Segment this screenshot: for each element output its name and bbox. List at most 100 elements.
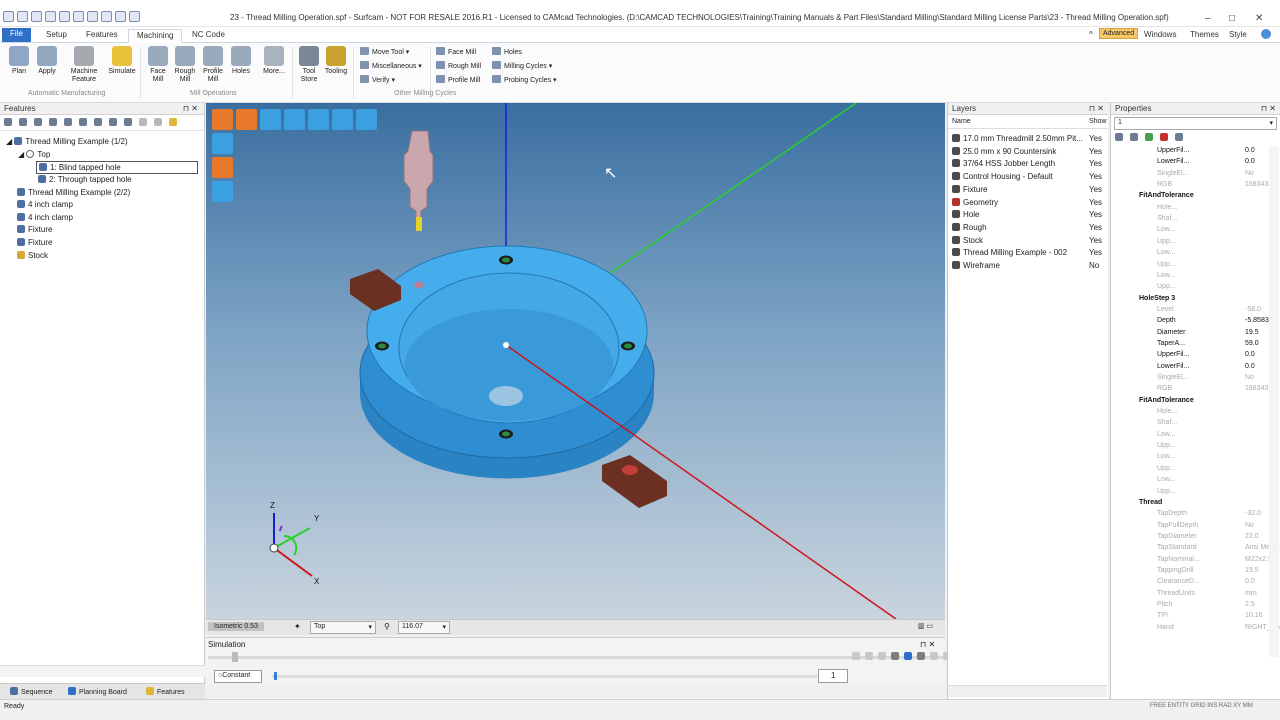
holes-button[interactable]: Holes xyxy=(228,46,254,76)
move-down-icon[interactable] xyxy=(94,118,102,126)
features-scrollbar[interactable] xyxy=(0,665,205,677)
tab-file[interactable]: File xyxy=(2,28,31,42)
milling-cycles-button[interactable]: Milling Cycles ▾ xyxy=(492,61,552,70)
property-group[interactable]: HoleStep 3 xyxy=(1139,295,1175,302)
new-file-icon[interactable] xyxy=(17,11,28,22)
columns-icon[interactable] xyxy=(154,118,162,126)
apply-button[interactable]: Apply xyxy=(34,46,60,76)
layer-row[interactable]: Thread Milling Example - 002 Yes xyxy=(952,248,1104,257)
help-icon[interactable] xyxy=(1261,29,1271,39)
app-icon[interactable] xyxy=(3,11,14,22)
open-folder-icon[interactable] xyxy=(31,11,42,22)
more-button[interactable]: More... xyxy=(259,46,289,76)
layer-row[interactable]: 17.0 mm Threadmill 2.50mm Pit... Yes xyxy=(952,134,1104,143)
machine-feature-button[interactable]: Machine Feature xyxy=(68,46,100,84)
3d-viewport[interactable]: Z Y X ↖ xyxy=(206,103,945,619)
discard-icon[interactable] xyxy=(1160,133,1168,141)
layer-row[interactable]: Control Housing - Default Yes xyxy=(952,172,1104,181)
property-value[interactable]: 19.5 xyxy=(1245,329,1259,336)
property-row[interactable]: Low... xyxy=(1157,453,1175,460)
layer-row[interactable]: Stock Yes xyxy=(952,235,1104,245)
tab-sequence[interactable]: Sequence xyxy=(10,687,53,696)
property-row[interactable]: LowerFil...0.0[...] xyxy=(1157,363,1255,370)
simulation-progress[interactable] xyxy=(208,656,943,659)
number-icon[interactable] xyxy=(139,118,147,126)
tree-item-clamp-1[interactable]: 4 inch clamp xyxy=(17,200,73,209)
property-row[interactable]: Upp... xyxy=(1157,283,1176,290)
undo-icon[interactable] xyxy=(101,11,112,22)
move-up-icon[interactable] xyxy=(79,118,87,126)
layers-icon[interactable] xyxy=(19,118,27,126)
next-icon[interactable] xyxy=(917,652,925,660)
property-row[interactable]: Low... xyxy=(1157,476,1175,483)
property-row[interactable]: Low... xyxy=(1157,249,1175,256)
tool-store-button[interactable]: Tool Store xyxy=(296,46,322,84)
property-row[interactable]: TapDiameter 22.0 xyxy=(1157,533,1259,540)
tree-item-through-tapped-hole[interactable]: 2: Through tapped hole xyxy=(38,175,132,184)
tools-icon[interactable] xyxy=(73,11,84,22)
property-row[interactable]: HandRIGHT_HAND xyxy=(1157,624,1280,631)
properties-selector[interactable]: 1 ▾ xyxy=(1114,117,1277,130)
property-row[interactable]: Low... xyxy=(1157,272,1175,279)
property-row[interactable]: ClearanceD... 0.0 xyxy=(1157,578,1255,585)
hide-icon[interactable] xyxy=(109,118,117,126)
save-icon[interactable] xyxy=(45,11,56,22)
minimize-icon[interactable]: – xyxy=(1205,13,1211,24)
property-row[interactable]: Diameter19.5[...] xyxy=(1157,329,1259,336)
property-value[interactable]: mm xyxy=(1245,590,1257,597)
property-value[interactable]: 10.16 xyxy=(1245,612,1263,619)
property-group[interactable]: FitAndTolerance xyxy=(1139,192,1194,199)
property-value[interactable]: -58.0 xyxy=(1245,306,1261,313)
property-row[interactable]: UpperFil...0.0[...] xyxy=(1157,147,1255,154)
verify-button[interactable]: Verify ▾ xyxy=(360,75,395,84)
speed-input[interactable]: 1 xyxy=(818,669,848,683)
property-row[interactable]: TapDepth -32.0 xyxy=(1157,510,1261,517)
property-value[interactable]: M22x2.5 xyxy=(1245,556,1272,563)
property-group[interactable]: Thread xyxy=(1139,499,1162,506)
tab-nc-code[interactable]: NC Code xyxy=(184,29,233,43)
property-row[interactable]: Shaf... xyxy=(1157,215,1177,222)
property-row[interactable]: Shaf... xyxy=(1157,419,1177,426)
layer-show[interactable]: Yes xyxy=(1089,236,1102,245)
plan-button[interactable]: Plan xyxy=(6,46,32,76)
property-row[interactable]: ThreadUnits mm xyxy=(1157,590,1257,597)
layers-close-icon[interactable]: ⊓ ✕ xyxy=(1089,104,1104,113)
style-menu[interactable]: Style xyxy=(1229,30,1247,39)
layer-row[interactable]: Hole Yes xyxy=(952,210,1104,219)
tree-item-blind-tapped-hole[interactable]: 1: Blind tapped hole xyxy=(36,161,198,174)
tree-item-fixture-1[interactable]: Fixture xyxy=(17,225,52,234)
property-value[interactable]: No xyxy=(1245,522,1254,529)
property-row[interactable]: Hole... xyxy=(1157,204,1177,211)
property-value[interactable]: 0.0 xyxy=(1245,351,1255,358)
property-row[interactable]: RGB 1683437 xyxy=(1157,181,1272,188)
layer-show[interactable]: Yes xyxy=(1089,172,1102,181)
themes-menu[interactable]: Themes xyxy=(1190,30,1219,39)
view-select[interactable]: Top ▾ xyxy=(310,621,376,634)
property-row[interactable]: Upp... xyxy=(1157,238,1176,245)
tab-machining[interactable]: Machining xyxy=(128,29,183,43)
property-value[interactable]: No xyxy=(1245,374,1254,381)
check-icon[interactable] xyxy=(64,118,72,126)
face-mill-button[interactable]: Face Mill xyxy=(145,46,171,84)
property-row[interactable]: Upp... xyxy=(1157,488,1176,495)
tree-item-top[interactable]: ◢ Top xyxy=(18,150,50,159)
property-row[interactable]: TPI 10.16 xyxy=(1157,612,1263,619)
simulate-button[interactable]: Simulate xyxy=(106,46,138,76)
property-value[interactable]: 0.0 xyxy=(1245,158,1255,165)
profile-mill-small-button[interactable]: Profile Mill xyxy=(436,75,480,84)
layer-show[interactable]: Yes xyxy=(1089,134,1102,143)
tooling-button[interactable]: Tooling xyxy=(323,46,349,76)
step-back-icon[interactable] xyxy=(891,652,899,660)
property-row[interactable]: TapFullDepth No xyxy=(1157,522,1254,529)
probing-cycles-button[interactable]: Probing Cycles ▾ xyxy=(492,75,557,84)
tree-item-example-1[interactable]: ◢ Thread Milling Example (1/2) xyxy=(6,137,128,146)
layer-show[interactable]: Yes xyxy=(1089,198,1102,207)
simulation-close-icon[interactable]: ⊓ ✕ xyxy=(920,640,935,649)
simulation-slider-handle[interactable] xyxy=(232,652,238,662)
property-value[interactable]: No xyxy=(1245,170,1254,177)
rough-mill-button[interactable]: Rough Mill xyxy=(172,46,198,84)
sort-icon[interactable] xyxy=(1130,133,1138,141)
layer-row[interactable]: 37/64 HSS Jobber Length Yes xyxy=(952,159,1104,168)
arrow-icon[interactable] xyxy=(87,11,98,22)
property-row[interactable]: Low... xyxy=(1157,226,1175,233)
